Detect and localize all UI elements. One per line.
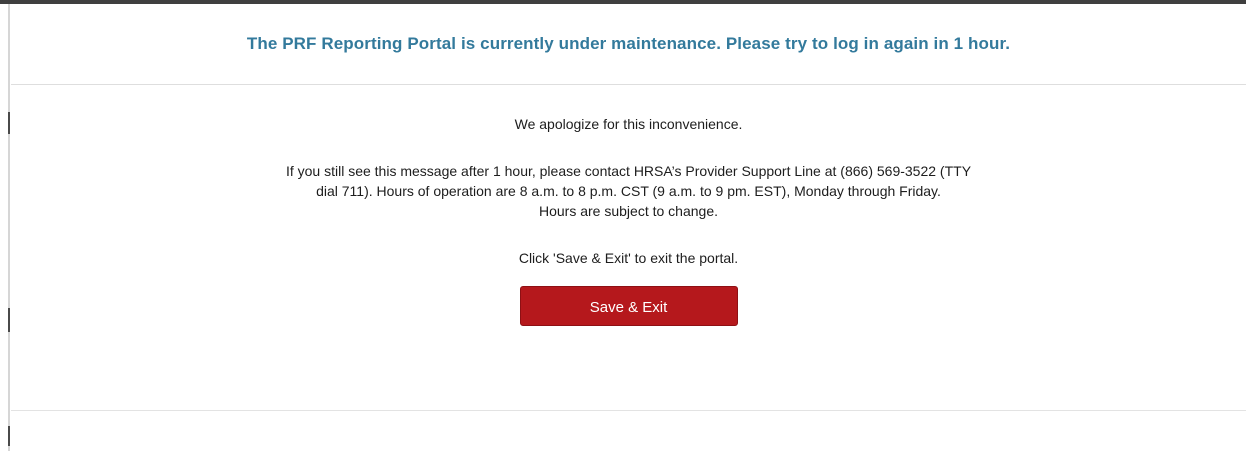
left-edge-mark (8, 112, 10, 134)
support-message: If you still see this message after 1 ho… (59, 161, 1199, 221)
support-line: If you still see this message after 1 ho… (285, 163, 972, 179)
support-line: Hours are subject to change. (539, 203, 718, 219)
left-edge-mark (8, 308, 10, 332)
window-left-border (8, 4, 10, 451)
apology-text: We apologize for this inconvenience. (514, 116, 743, 132)
dialog-footer (11, 411, 1246, 451)
maintenance-dialog: The PRF Reporting Portal is currently un… (11, 4, 1246, 451)
exit-instruction: Click 'Save & Exit' to exit the portal. (518, 250, 739, 266)
support-line: dial 711). Hours of operation are 8 a.m.… (316, 183, 941, 199)
left-edge-mark (8, 426, 10, 446)
dialog-header: The PRF Reporting Portal is currently un… (11, 4, 1246, 85)
dialog-body: We apologize for this inconvenience. If … (11, 85, 1246, 411)
save-exit-button[interactable]: Save & Exit (519, 286, 738, 326)
dialog-title: The PRF Reporting Portal is currently un… (246, 34, 1011, 53)
